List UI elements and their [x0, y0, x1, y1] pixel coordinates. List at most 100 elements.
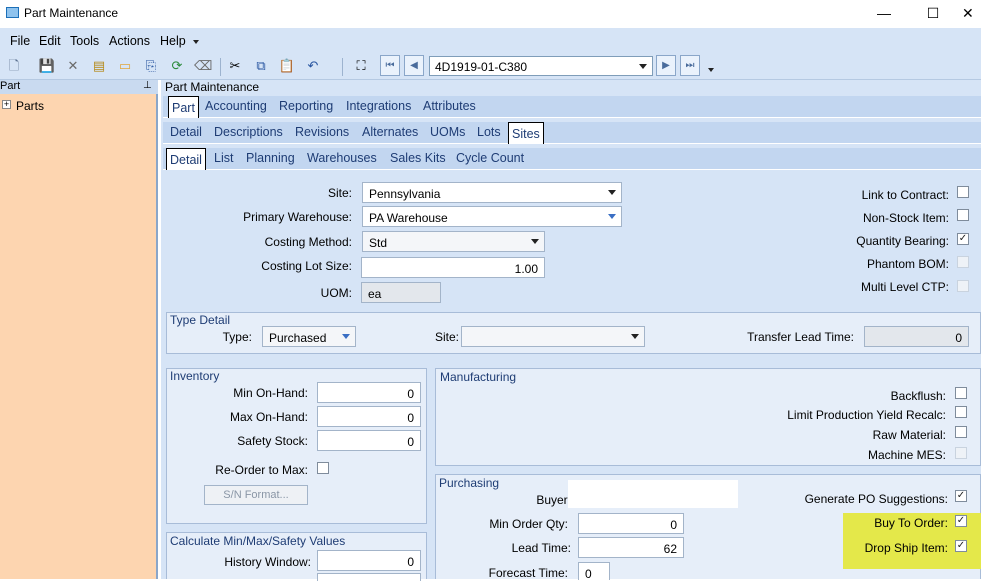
menu-file[interactable]: File [10, 34, 30, 48]
tab-row-tertiary: Detail List Planning Warehouses Sales Ki… [163, 148, 981, 170]
menu-overflow-icon[interactable] [193, 40, 199, 44]
max-on-hand-value: 0 [407, 411, 414, 425]
tab-uoms[interactable]: UOMs [430, 125, 465, 139]
primary-warehouse-select[interactable]: PA Warehouse [362, 206, 622, 227]
toolbar-separator [342, 58, 343, 76]
limit-yield-label: Limit Production Yield Recalc: [787, 408, 946, 422]
clipboard-icon[interactable]: ⎘ [142, 57, 160, 75]
menu-bar: File Edit Tools Actions Help [0, 28, 981, 54]
menu-tools[interactable]: Tools [70, 34, 99, 48]
new-icon[interactable]: 🗋 [5, 57, 23, 75]
tab-revisions[interactable]: Revisions [295, 125, 349, 139]
refresh-icon[interactable]: ⟳ [168, 57, 186, 75]
cut-icon[interactable]: ✂ [226, 57, 244, 75]
type-detail-title: Type Detail [170, 313, 231, 327]
tab-planning[interactable]: Planning [246, 151, 295, 165]
site-select-value: Pennsylvania [369, 187, 441, 201]
history-window-input[interactable]: 0 [317, 550, 421, 571]
chevron-down-icon[interactable] [631, 334, 639, 339]
tab-detail[interactable]: Detail [170, 125, 202, 139]
buyer-select[interactable] [568, 480, 738, 508]
tab-part[interactable]: Part [168, 96, 199, 118]
tab-descriptions[interactable]: Descriptions [214, 125, 283, 139]
menu-edit[interactable]: Edit [39, 34, 61, 48]
lead-time-label: Lead Time: [511, 541, 571, 555]
eraser-icon[interactable]: ⌫ [194, 57, 212, 75]
previous-record-icon[interactable]: ◀ [404, 55, 424, 76]
limit-yield-checkbox[interactable] [955, 406, 967, 418]
delete-icon[interactable]: ✕ [64, 57, 82, 75]
raw-material-checkbox[interactable] [955, 426, 967, 438]
tab-row-primary: Part Accounting Reporting Integrations A… [163, 96, 981, 118]
sn-format-button: S/N Format... [204, 485, 308, 505]
next-record-icon[interactable]: ▶ [656, 55, 676, 76]
menu-actions[interactable]: Actions [109, 34, 150, 48]
tab-cycle-count[interactable]: Cycle Count [456, 151, 524, 165]
tab-site-detail[interactable]: Detail [166, 148, 206, 170]
min-on-hand-input[interactable]: 0 [317, 382, 421, 403]
tab-alternates[interactable]: Alternates [362, 125, 418, 139]
chevron-down-icon[interactable] [608, 214, 616, 219]
costing-lot-size-input[interactable]: 1.00 [361, 257, 545, 278]
maximize-button[interactable]: ☐ [918, 3, 948, 23]
generate-po-checkbox[interactable]: ✓ [955, 490, 967, 502]
transfer-lead-time-label: Transfer Lead Time: [747, 330, 854, 344]
chevron-down-icon[interactable] [531, 239, 539, 244]
uom-field: ea [361, 282, 441, 303]
paste-icon[interactable]: 📋 [278, 57, 296, 75]
tree-item-parts[interactable]: Parts [16, 99, 44, 113]
reorder-to-max-checkbox[interactable] [317, 462, 329, 474]
drop-ship-item-checkbox[interactable]: ✓ [955, 540, 967, 552]
tab-reporting[interactable]: Reporting [279, 99, 333, 113]
backflush-checkbox[interactable] [955, 387, 967, 399]
last-record-icon[interactable]: ⏭ [680, 55, 700, 76]
chevron-down-icon[interactable] [608, 190, 616, 195]
tab-lots[interactable]: Lots [477, 125, 501, 139]
tab-attributes[interactable]: Attributes [423, 99, 476, 113]
tab-sites[interactable]: Sites [508, 122, 544, 144]
tab-integrations[interactable]: Integrations [346, 99, 411, 113]
min-order-qty-input[interactable]: 0 [578, 513, 684, 534]
copy-icon[interactable]: ⧉ [252, 57, 270, 75]
type-select[interactable]: Purchased [262, 326, 356, 347]
menu-help[interactable]: Help [160, 34, 186, 48]
tab-warehouses[interactable]: Warehouses [307, 151, 377, 165]
open-folder-icon[interactable]: ▭ [116, 57, 134, 75]
forecast-time-input[interactable]: 0 [578, 562, 610, 581]
lead-time-input[interactable]: 62 [578, 537, 684, 558]
type-site-select[interactable] [461, 326, 645, 347]
non-stock-item-checkbox[interactable] [957, 209, 969, 221]
link-to-contract-checkbox[interactable] [957, 186, 969, 198]
uom-value: ea [368, 287, 382, 301]
toolbar-overflow-icon[interactable] [708, 68, 714, 72]
part-number-combo[interactable]: 4D1919-01-C380 [429, 56, 653, 76]
chevron-down-icon[interactable] [639, 64, 647, 69]
pin-icon[interactable]: ⊥ [143, 80, 152, 91]
buy-to-order-checkbox[interactable]: ✓ [955, 515, 967, 527]
forecast-time-label: Forecast Time: [488, 566, 568, 580]
chevron-down-icon[interactable] [342, 334, 350, 339]
quantity-bearing-checkbox[interactable]: ✓ [957, 233, 969, 245]
tab-accounting[interactable]: Accounting [205, 99, 267, 113]
costing-method-select[interactable]: Std [362, 231, 545, 252]
tree-pane-title: Part [0, 80, 21, 92]
site-select[interactable]: Pennsylvania [362, 182, 622, 203]
tab-row-secondary: Detail Descriptions Revisions Alternates… [163, 122, 981, 144]
close-button[interactable]: ✕ [962, 3, 981, 23]
toolbar: 🗋 💾 ✕ ▤ ▭ ⎘ ⟳ ⌫ ✂ ⧉ 📋 ↶ ⛶ ⏮ ◀ 4D1919-01-… [0, 54, 981, 80]
next-field-input[interactable] [317, 573, 421, 581]
minimize-button[interactable]: — [869, 3, 899, 23]
save-icon[interactable]: 💾 [38, 57, 56, 75]
attach-icon[interactable]: ▤ [90, 57, 108, 75]
max-on-hand-input[interactable]: 0 [317, 406, 421, 427]
binoculars-icon[interactable]: ⛶ [352, 57, 370, 75]
expand-icon[interactable]: + [2, 100, 11, 109]
raw-material-label: Raw Material: [872, 428, 946, 442]
tab-list[interactable]: List [214, 151, 233, 165]
safety-stock-input[interactable]: 0 [317, 430, 421, 451]
tab-sales-kits[interactable]: Sales Kits [390, 151, 446, 165]
first-record-icon[interactable]: ⏮ [380, 55, 400, 76]
safety-stock-label: Safety Stock: [237, 434, 308, 448]
site-label: Site: [327, 186, 352, 200]
undo-icon[interactable]: ↶ [304, 57, 322, 75]
